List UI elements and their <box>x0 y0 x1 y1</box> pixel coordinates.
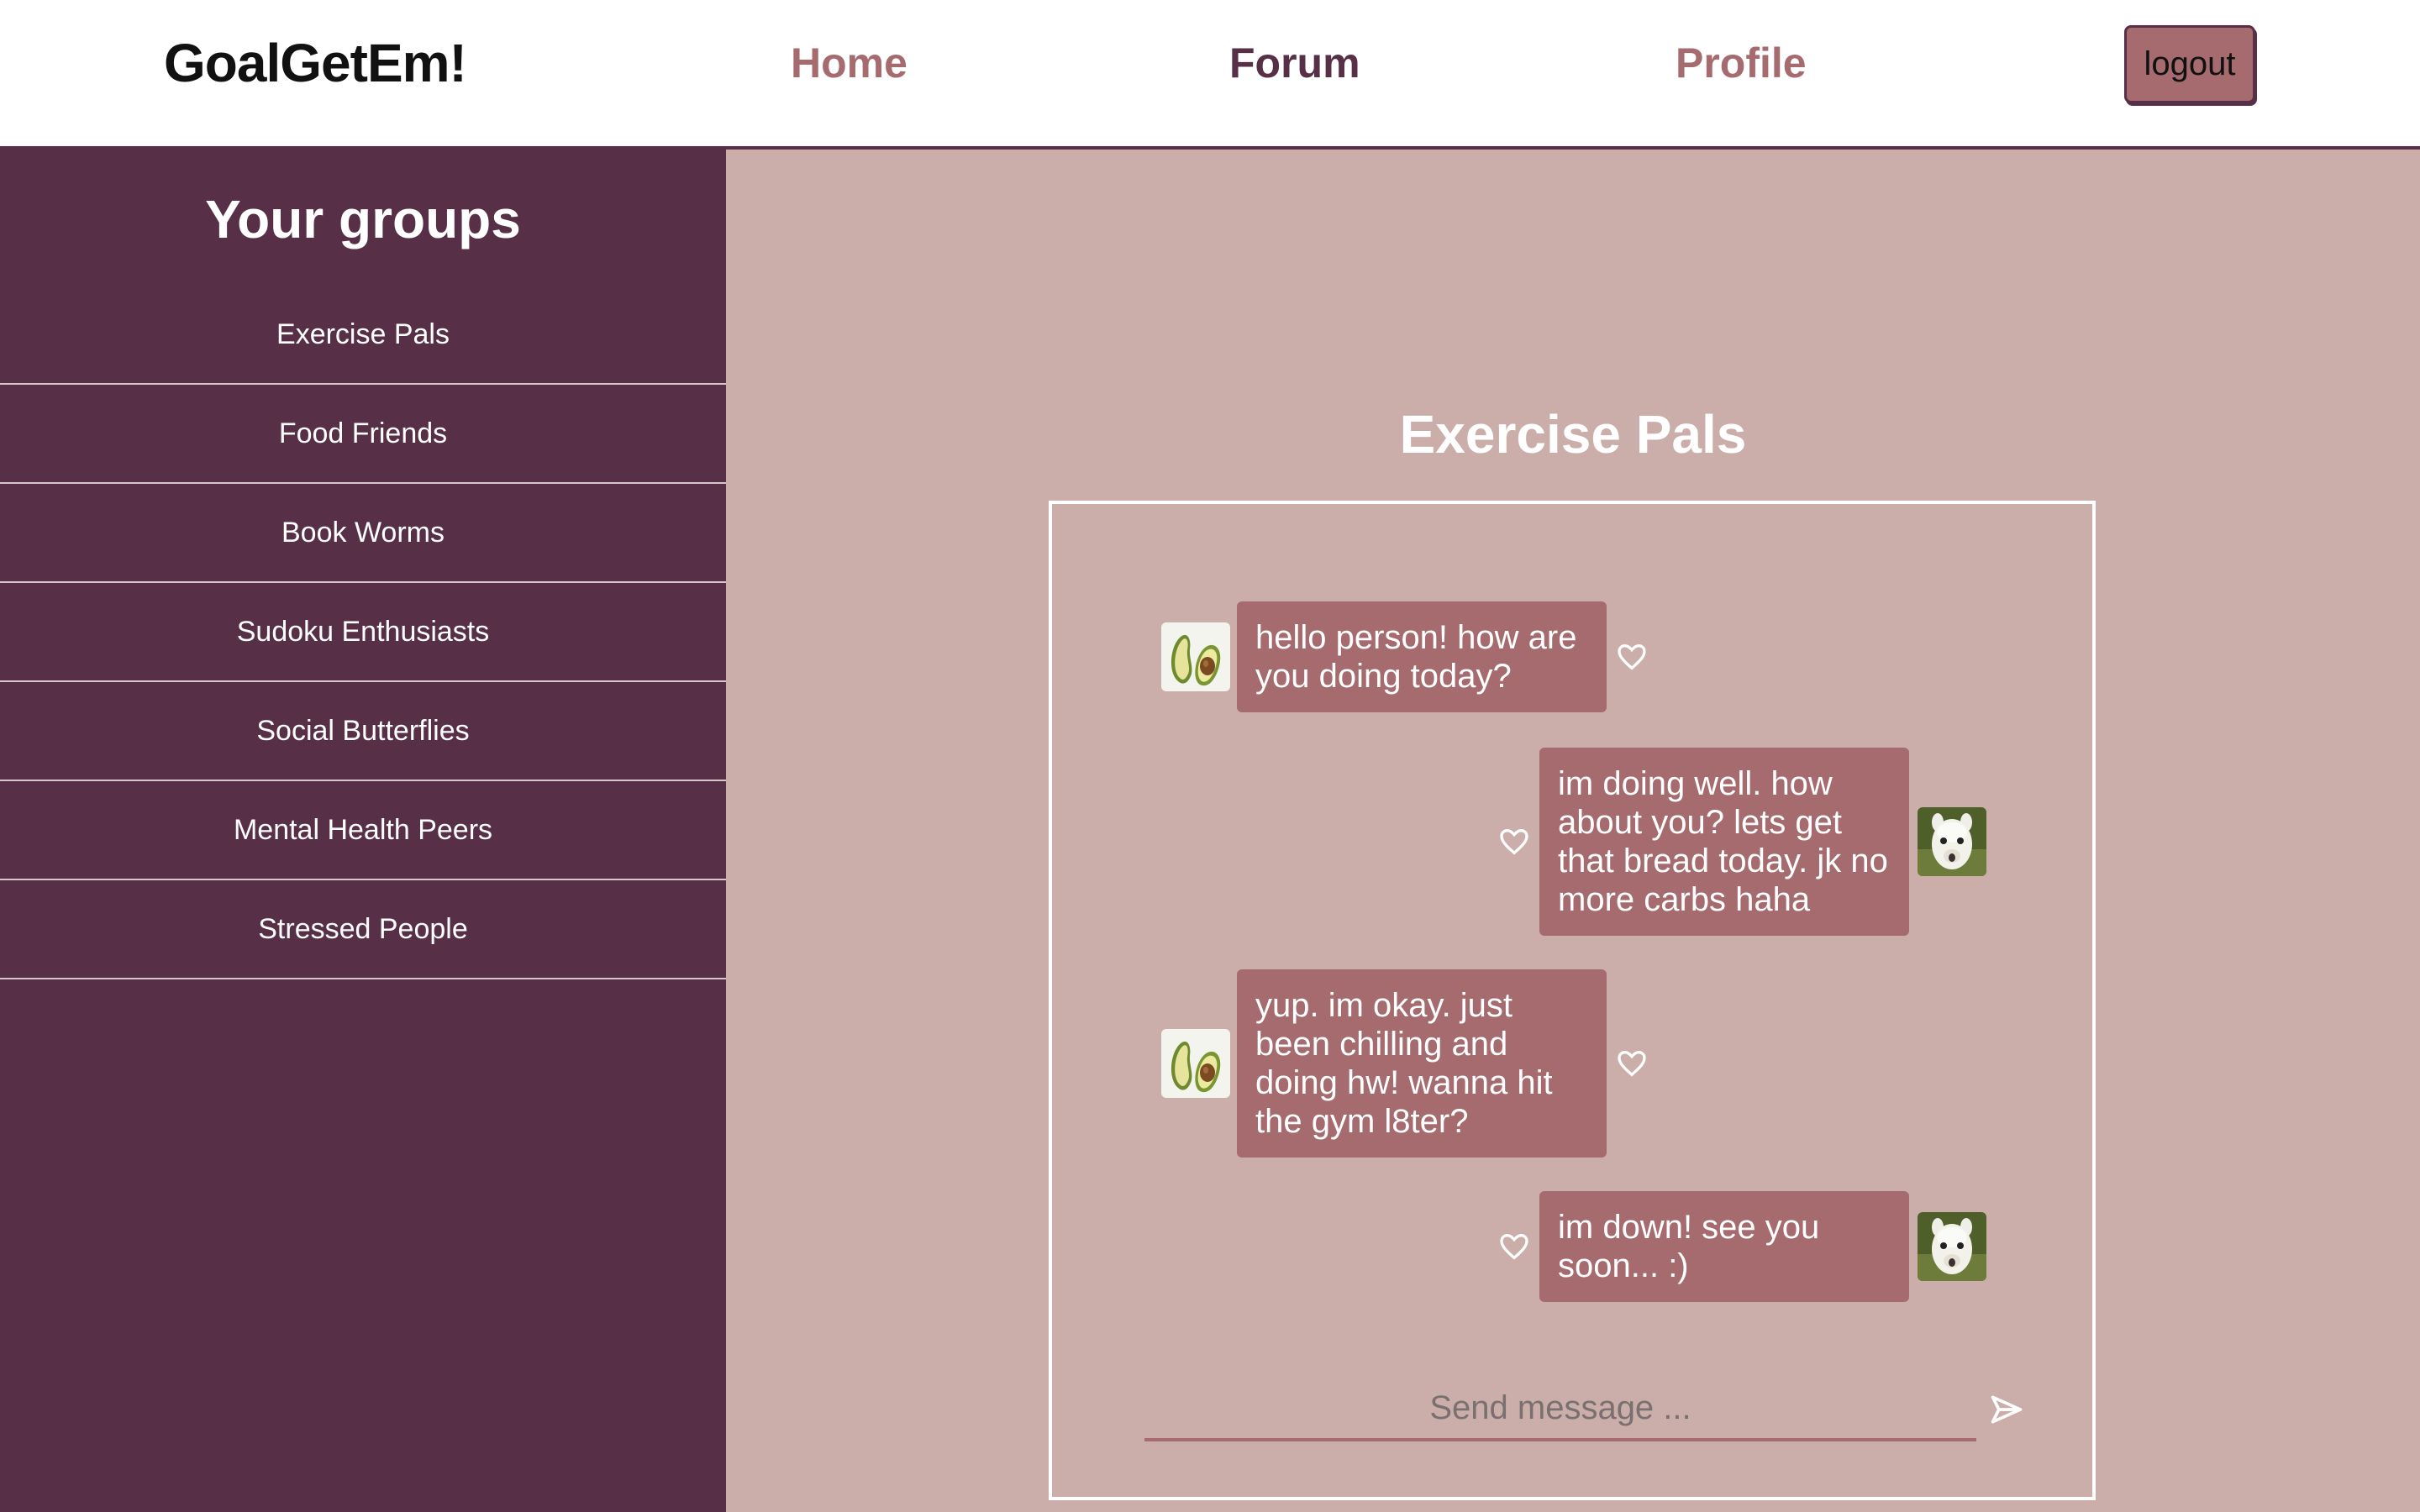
groups-sidebar: Your groups Exercise Pals Food Friends B… <box>0 150 726 1512</box>
chat-window: hello person! how are you doing today? i… <box>1049 501 2096 1500</box>
sidebar-title: Your groups <box>205 189 521 249</box>
avocado-avatar-icon <box>1161 1029 1230 1098</box>
chat-title: Exercise Pals <box>1399 404 1747 465</box>
message-composer <box>1144 1378 2023 1445</box>
message-bubble: im doing well. how about you? lets get t… <box>1539 748 1909 936</box>
group-item-sudoku-enthusiasts[interactable]: Sudoku Enthusiasts <box>0 583 726 682</box>
group-item-mental-health-peers[interactable]: Mental Health Peers <box>0 781 726 880</box>
message-row: yup. im okay. just been chilling and doi… <box>1161 969 1649 1158</box>
heart-like-icon[interactable] <box>1615 640 1649 674</box>
group-item-social-butterflies[interactable]: Social Butterflies <box>0 682 726 781</box>
alpaca-avatar-icon <box>1918 807 1986 876</box>
send-icon[interactable] <box>1988 1391 2025 1428</box>
heart-like-icon[interactable] <box>1615 1047 1649 1080</box>
message-row: hello person! how are you doing today? <box>1161 601 1649 712</box>
group-item-book-worms[interactable]: Book Worms <box>0 484 726 583</box>
nav-profile-link[interactable]: Profile <box>1676 39 1807 87</box>
heart-like-icon[interactable] <box>1497 825 1531 858</box>
heart-like-icon[interactable] <box>1497 1230 1531 1263</box>
group-list: Exercise Pals Food Friends Book Worms Su… <box>0 286 726 979</box>
brand-logo[interactable]: GoalGetEm! <box>164 32 467 94</box>
avocado-avatar-icon <box>1161 622 1230 691</box>
forum-main: Exercise Pals hello person! how are you … <box>726 150 2420 1512</box>
top-navbar: GoalGetEm! Home Forum Profile logout <box>0 0 2420 150</box>
nav-home-link[interactable]: Home <box>791 39 908 87</box>
logout-button[interactable]: logout <box>2124 25 2255 103</box>
send-message-input[interactable] <box>1144 1378 1976 1441</box>
group-item-food-friends[interactable]: Food Friends <box>0 385 726 484</box>
message-row: im doing well. how about you? lets get t… <box>1497 748 1986 936</box>
message-bubble: im down! see you soon... :) <box>1539 1191 1909 1302</box>
nav-forum-link[interactable]: Forum <box>1229 39 1360 87</box>
alpaca-avatar-icon <box>1918 1212 1986 1281</box>
message-bubble: yup. im okay. just been chilling and doi… <box>1237 969 1607 1158</box>
group-item-exercise-pals[interactable]: Exercise Pals <box>0 286 726 385</box>
message-row: im down! see you soon... :) <box>1497 1191 1986 1302</box>
message-bubble: hello person! how are you doing today? <box>1237 601 1607 712</box>
group-item-stressed-people[interactable]: Stressed People <box>0 880 726 979</box>
